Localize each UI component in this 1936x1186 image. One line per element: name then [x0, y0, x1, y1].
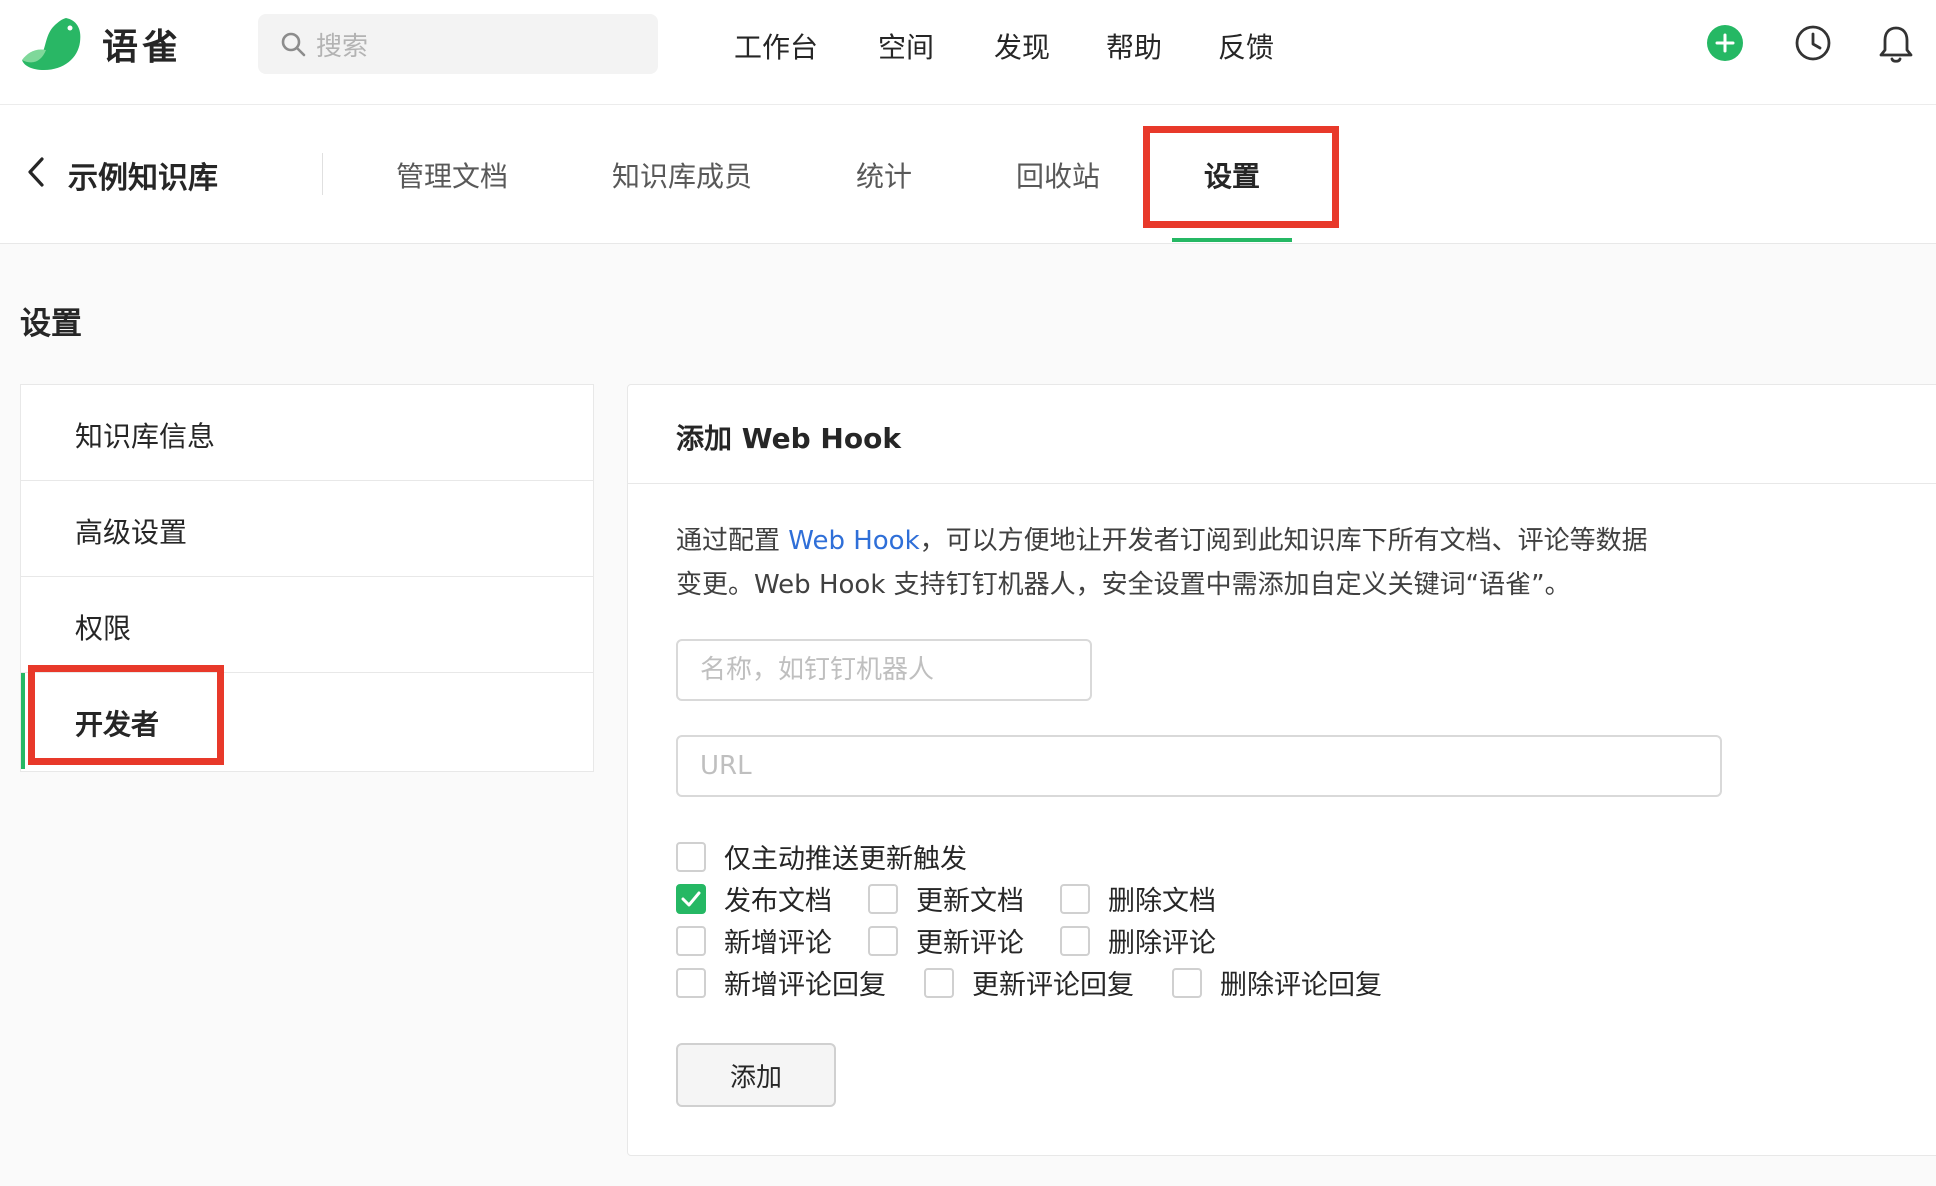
checkbox-label: 仅主动推送更新触发 [724, 844, 967, 875]
checkbox-label: 新增评论 [724, 928, 832, 959]
divider [322, 153, 323, 195]
checkbox-label: 更新评论回复 [972, 970, 1134, 1001]
checkbox-label: 更新文档 [916, 886, 1024, 917]
checkbox-add-comment[interactable]: 新增评论 [676, 921, 832, 960]
desc-text: ，可以方便地让开发者订阅到此知识库下所有文档、评论等数据 [919, 526, 1648, 556]
search-icon [281, 32, 306, 57]
webhook-panel: 添加 Web Hook 通过配置 Web Hook，可以方便地让开发者订阅到此知… [627, 384, 1936, 1156]
highlight-box-developer [28, 665, 224, 765]
desc-text: 通过配置 [676, 526, 789, 556]
webhook-doc-link[interactable]: Web Hook [788, 526, 919, 556]
checkbox-label: 更新评论 [916, 928, 1024, 959]
checkbox-box[interactable] [676, 967, 706, 998]
bell-icon[interactable] [1878, 24, 1914, 64]
checkbox-update-doc[interactable]: 更新文档 [868, 879, 1024, 918]
checkbox-box[interactable] [1172, 967, 1202, 998]
nav-spaces[interactable]: 空间 [878, 26, 934, 66]
menu-item-repo-info[interactable]: 知识库信息 [21, 385, 593, 481]
checkbox-box[interactable] [1060, 883, 1090, 914]
name-input[interactable] [678, 641, 1090, 699]
active-tab-indicator [1172, 238, 1292, 242]
checkbox-label: 删除评论回复 [1220, 970, 1382, 1001]
tab-recycle-bin[interactable]: 回收站 [1016, 155, 1100, 195]
checkbox-box[interactable] [676, 841, 706, 872]
checkbox-box[interactable] [676, 925, 706, 956]
plus-circle-icon[interactable] [1706, 24, 1744, 62]
checkbox-update-comment[interactable]: 更新评论 [868, 921, 1024, 960]
menu-item-permissions[interactable]: 权限 [21, 577, 593, 673]
menu-item-label: 高级设置 [75, 516, 188, 549]
check-icon [681, 891, 701, 906]
checkbox-publish-doc[interactable]: 发布文档 [676, 879, 832, 918]
nav-feedback[interactable]: 反馈 [1218, 26, 1274, 66]
nav-discover[interactable]: 发现 [994, 26, 1050, 66]
page-title: 设置 [20, 306, 82, 342]
tab-members[interactable]: 知识库成员 [612, 155, 752, 195]
checkbox-delete-comment[interactable]: 删除评论 [1060, 921, 1216, 960]
search-input[interactable]: 搜索 [258, 14, 658, 74]
repo-title[interactable]: 示例知识库 [68, 153, 218, 197]
checkbox-box[interactable] [924, 967, 954, 998]
checkbox-label: 删除文档 [1108, 886, 1216, 917]
yuque-bird-icon [22, 18, 81, 70]
menu-item-label: 权限 [75, 612, 132, 645]
tab-stats[interactable]: 统计 [856, 155, 912, 195]
active-menu-indicator [21, 673, 25, 769]
checkbox-label: 删除评论 [1108, 928, 1216, 959]
checkbox-delete-reply[interactable]: 删除评论回复 [1172, 963, 1382, 1002]
checkbox-label: 新增评论回复 [724, 970, 886, 1001]
search-placeholder: 搜索 [316, 31, 369, 62]
repo-header: 示例知识库 管理文档 知识库成员 统计 回收站 设置 [0, 105, 1936, 244]
name-field[interactable] [676, 639, 1092, 701]
add-button[interactable]: 添加 [676, 1043, 836, 1107]
top-navbar: 语雀 搜索 工作台 空间 发现 帮助 反馈 [0, 0, 1936, 105]
checkbox-box[interactable] [868, 883, 898, 914]
highlight-box-settings-tab [1143, 126, 1339, 228]
url-field[interactable] [676, 735, 1722, 797]
nav-help[interactable]: 帮助 [1106, 26, 1162, 66]
menu-item-label: 知识库信息 [75, 420, 216, 453]
checkbox-update-reply[interactable]: 更新评论回复 [924, 963, 1134, 1002]
checkbox-box[interactable] [868, 925, 898, 956]
checkbox-add-reply[interactable]: 新增评论回复 [676, 963, 886, 1002]
url-input[interactable] [678, 737, 1720, 795]
checkbox-label: 发布文档 [724, 886, 832, 917]
checkbox-delete-doc[interactable]: 删除文档 [1060, 879, 1216, 918]
nav-workbench[interactable]: 工作台 [734, 26, 818, 66]
app-name: 语雀 [102, 27, 183, 68]
webhook-description: 通过配置 Web Hook，可以方便地让开发者订阅到此知识库下所有文档、评论等数… [676, 519, 1716, 607]
clock-icon[interactable] [1794, 24, 1832, 62]
desc-text: 变更。Web Hook 支持钉钉机器人，安全设置中需添加自定义关键词“语雀”。 [676, 570, 1571, 600]
logo[interactable]: 语雀 [20, 14, 182, 74]
chevron-left-icon[interactable] [24, 155, 48, 189]
checkbox-only-active-push[interactable]: 仅主动推送更新触发 [676, 837, 967, 876]
checkbox-box[interactable] [1060, 925, 1090, 956]
checkbox-box[interactable] [676, 883, 706, 914]
tab-manage-docs[interactable]: 管理文档 [396, 155, 508, 195]
panel-title: 添加 Web Hook [676, 422, 901, 455]
panel-header: 添加 Web Hook [628, 385, 1936, 484]
menu-item-advanced[interactable]: 高级设置 [21, 481, 593, 577]
